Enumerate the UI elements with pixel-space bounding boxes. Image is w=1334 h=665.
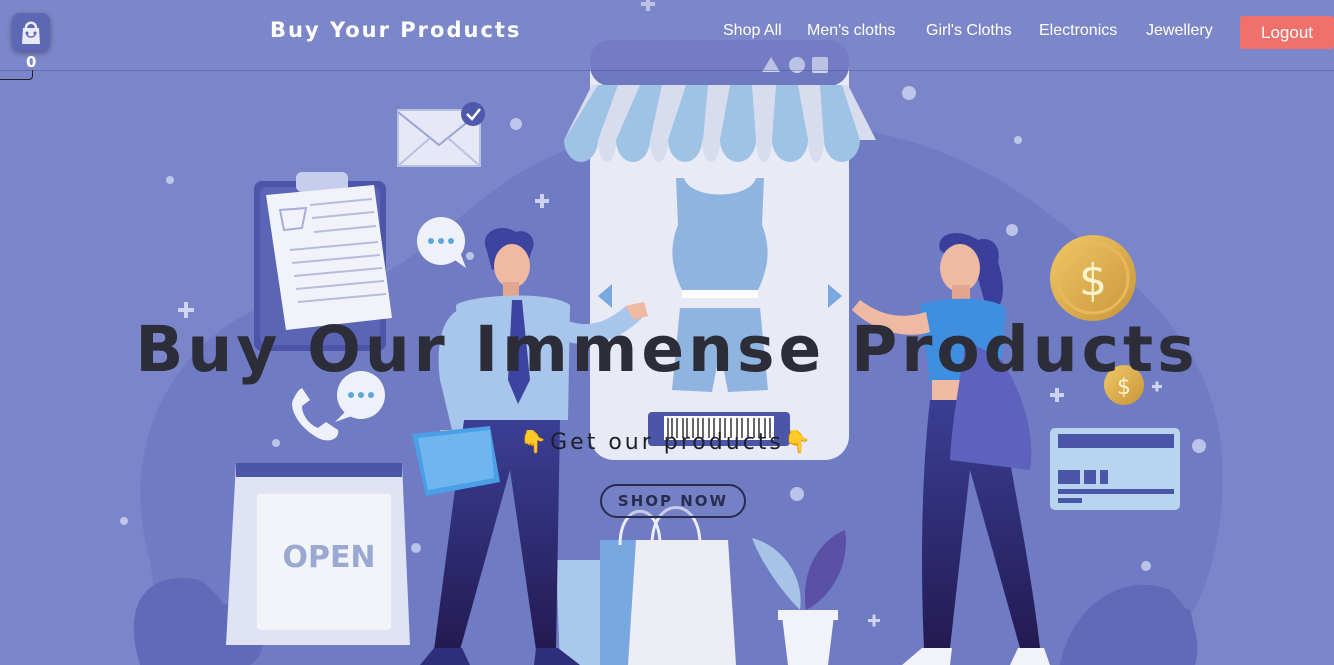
nav-mens-cloths[interactable]: Men's cloths: [807, 22, 895, 40]
logout-button[interactable]: Logout: [1240, 16, 1334, 49]
nav-shop-all[interactable]: Shop All: [723, 22, 782, 40]
coin-icon: $: [1050, 235, 1136, 321]
shopping-bag-icon: [22, 21, 40, 44]
open-sign: OPEN: [226, 463, 410, 645]
nav-electronics[interactable]: Electronics: [1039, 22, 1117, 40]
hero-title: Buy Our Immense Products: [135, 313, 1199, 386]
cart-count: 0: [26, 53, 37, 71]
cart-underline: [0, 70, 33, 80]
navbar: 0 Buy Your Products Shop All Men's cloth…: [0, 0, 1334, 80]
phone-shop: [564, 40, 876, 460]
nav-jewellery[interactable]: Jewellery: [1146, 22, 1213, 40]
envelope-icon: [397, 102, 485, 167]
svg-text:OPEN: OPEN: [282, 540, 375, 575]
svg-text:$: $: [1079, 255, 1107, 306]
nav-girls-cloths[interactable]: Girl's Cloths: [926, 22, 1012, 40]
cart-button[interactable]: [12, 13, 50, 51]
brand-title[interactable]: Buy Your Products: [270, 18, 521, 42]
shop-now-button[interactable]: SHOP NOW: [600, 484, 746, 518]
hero-subtitle: 👇Get our products👇: [519, 430, 815, 455]
